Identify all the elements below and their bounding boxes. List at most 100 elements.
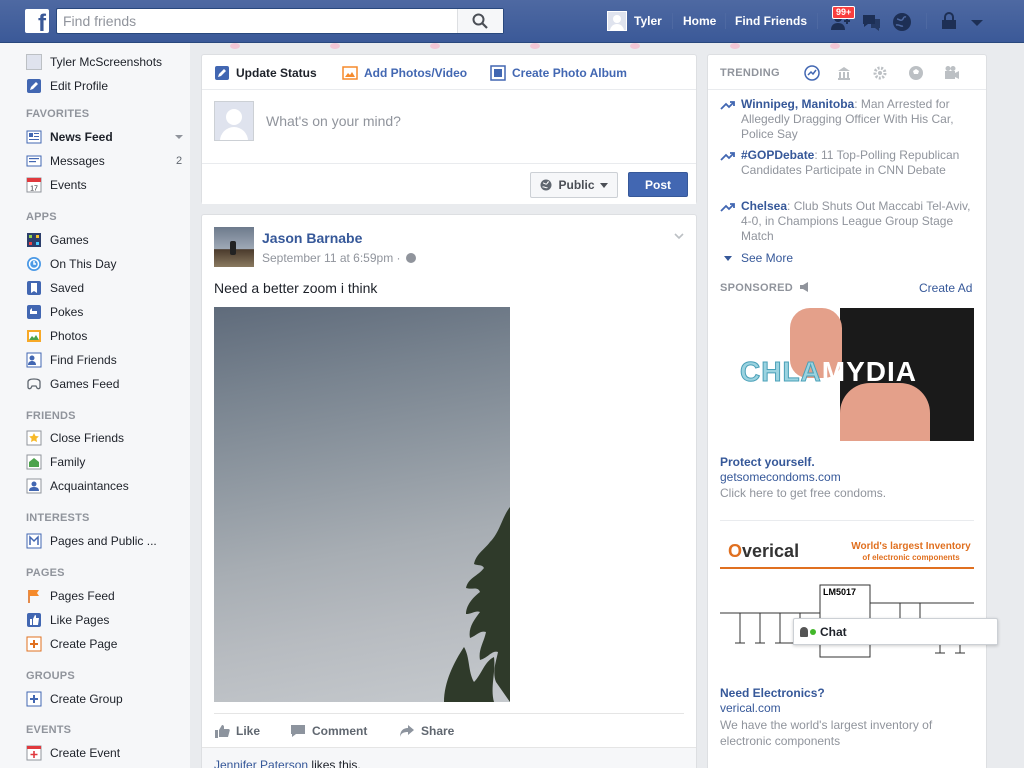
sidebar-item-family[interactable]: Family (26, 453, 85, 471)
find-friends-link[interactable]: Find Friends (735, 14, 807, 28)
sidebar-item-messages[interactable]: Messages (26, 152, 105, 170)
status-input[interactable] (266, 113, 666, 129)
sidebar-item-close-friends[interactable]: Close Friends (26, 429, 124, 447)
sidebar-item-create-page[interactable]: Create Page (26, 635, 117, 653)
sidebar-profile[interactable]: Tyler McScreenshots (26, 53, 162, 71)
sidebar-item-photos[interactable]: Photos (26, 327, 87, 345)
sidebar-item-pages-public-figures[interactable]: Pages and Public ... (26, 532, 157, 550)
tab-add-photos-video[interactable]: Add Photos/Video (342, 65, 467, 81)
ad-title[interactable]: Need Electronics? (720, 686, 825, 700)
trending-category-tabs (804, 65, 974, 83)
sidebar-item-games[interactable]: Games (26, 231, 89, 249)
profile-link[interactable]: Tyler (607, 11, 662, 31)
ad-image-chlamydia[interactable]: CHLAMYDIA (720, 308, 974, 441)
sports-ball-icon[interactable] (908, 65, 924, 81)
sidebar-item-find-friends[interactable]: Find Friends (26, 351, 117, 369)
trending-item[interactable]: #GOPDebate: 11 Top-Polling Republican Ca… (720, 148, 980, 178)
sidebar-item-label: On This Day (50, 257, 117, 271)
left-sidebar: Tyler McScreenshots Edit Profile FAVORIT… (0, 43, 190, 768)
like-button[interactable]: Like (214, 724, 260, 738)
sponsored-heading: SPONSORED (720, 282, 811, 294)
sidebar-item-on-this-day[interactable]: On This Day (26, 255, 116, 273)
sidebar-item-edit-profile[interactable]: Edit Profile (26, 77, 108, 95)
ad-image-verical[interactable]: Overical World's largest Inventory of ele… (720, 537, 974, 672)
trending-arrow-icon (720, 203, 735, 212)
sidebar-item-news-feed[interactable]: News Feed (26, 128, 113, 146)
create-ad-link[interactable]: Create Ad (919, 281, 972, 295)
find-friends-icon (26, 352, 42, 368)
chevron-down-icon[interactable] (175, 135, 183, 139)
sidebar-item-label: Pokes (50, 305, 84, 319)
post-button[interactable]: Post (628, 172, 688, 197)
trending-item[interactable]: Chelsea: Club Shuts Out Maccabi Tel-Aviv… (720, 199, 980, 244)
notifications-globe-icon[interactable] (891, 11, 913, 33)
sidebar-item-saved[interactable]: Saved (26, 279, 84, 297)
on-this-day-icon (27, 257, 41, 271)
tree-silhouette (444, 507, 510, 702)
globe-icon (540, 179, 552, 191)
sidebar-item-pages-feed[interactable]: Pages Feed (26, 587, 115, 605)
search-button[interactable] (457, 9, 503, 33)
comment-button[interactable]: Comment (290, 724, 367, 738)
ad-url[interactable]: getsomecondoms.com (720, 470, 841, 484)
svg-text:17: 17 (30, 186, 38, 193)
post-text: Need a better zoom i think (214, 280, 378, 296)
avatar[interactable] (214, 227, 254, 267)
post-photo[interactable] (214, 307, 510, 702)
entertainment-camera-icon[interactable] (944, 65, 960, 81)
right-column: TRENDING Winnipeg, Manitoba: Man Arreste… (707, 54, 987, 768)
politics-building-icon[interactable] (836, 65, 852, 81)
top-bar: f Tyler Home Find Friends 99+ (0, 0, 1024, 43)
trending-all-icon[interactable] (804, 65, 820, 81)
sidebar-item-label: Pages Feed (50, 589, 115, 603)
see-more-label: See More (741, 251, 794, 265)
see-more-link[interactable]: See More (724, 251, 793, 265)
sidebar-item-acquaintances[interactable]: Acquaintances (26, 477, 129, 495)
notification-badge: 99+ (832, 6, 856, 19)
share-button[interactable]: Share (399, 724, 454, 738)
like-pages-icon (27, 613, 41, 627)
science-tech-gear-icon[interactable] (872, 65, 888, 81)
sidebar-item-create-event[interactable]: Create Event (26, 744, 120, 762)
search-icon (472, 13, 488, 29)
account-menu-caret-icon[interactable] (966, 11, 988, 33)
pages-feed-flag-icon (28, 590, 39, 603)
comment-icon (291, 725, 305, 737)
news-feed-post: Jason Barnabe September 11 at 6:59pm · N… (201, 214, 697, 768)
sidebar-item-create-group[interactable]: Create Group (26, 690, 123, 708)
sidebar-item-pokes[interactable]: Pokes (26, 303, 83, 321)
sidebar-item-label: Pages and Public ... (50, 534, 157, 548)
ad-description: We have the world's largest inventory of… (720, 718, 933, 748)
sidebar-item-games-feed[interactable]: Games Feed (26, 375, 119, 393)
chat-bar[interactable]: Chat (793, 618, 998, 645)
privacy-lock-icon[interactable] (938, 11, 960, 33)
pokes-icon (27, 305, 41, 319)
home-link[interactable]: Home (683, 14, 716, 28)
messages-icon[interactable] (860, 11, 882, 33)
sidebar-item-label: Create Page (50, 637, 118, 651)
pencil-icon (215, 66, 229, 80)
liker-name-link[interactable]: Jennifer Paterson (214, 758, 308, 768)
post-likes-summary: Jennifer Paterson likes this. (202, 747, 696, 768)
trending-arrow-icon (720, 152, 735, 161)
post-author[interactable]: Jason Barnabe (262, 230, 362, 246)
facebook-logo[interactable]: f (25, 9, 49, 36)
tab-create-photo-album[interactable]: Create Photo Album (490, 65, 627, 81)
sidebar-item-label: Tyler McScreenshots (50, 55, 163, 69)
post-timestamp[interactable]: September 11 at 6:59pm · (262, 251, 416, 265)
ad-title[interactable]: Protect yourself. (720, 455, 815, 469)
games-feed-icon (27, 378, 41, 390)
privacy-selector-button[interactable]: Public (530, 172, 618, 198)
sidebar-item-label: News Feed (50, 130, 113, 144)
section-heading-pages: PAGES (26, 567, 65, 579)
timestamp-text: September 11 at 6:59pm · (262, 251, 401, 265)
ad-url[interactable]: verical.com (720, 701, 781, 715)
globe-icon (405, 253, 416, 263)
sidebar-item-like-pages[interactable]: Like Pages (26, 611, 109, 629)
trending-item[interactable]: Winnipeg, Manitoba: Man Arrested for All… (720, 97, 980, 142)
edit-pencil-icon (27, 79, 41, 93)
sidebar-item-events[interactable]: 17 Events (26, 176, 87, 194)
search-input[interactable] (57, 9, 459, 33)
tab-update-status[interactable]: Update Status (214, 65, 317, 81)
chevron-down-icon[interactable] (674, 231, 684, 241)
